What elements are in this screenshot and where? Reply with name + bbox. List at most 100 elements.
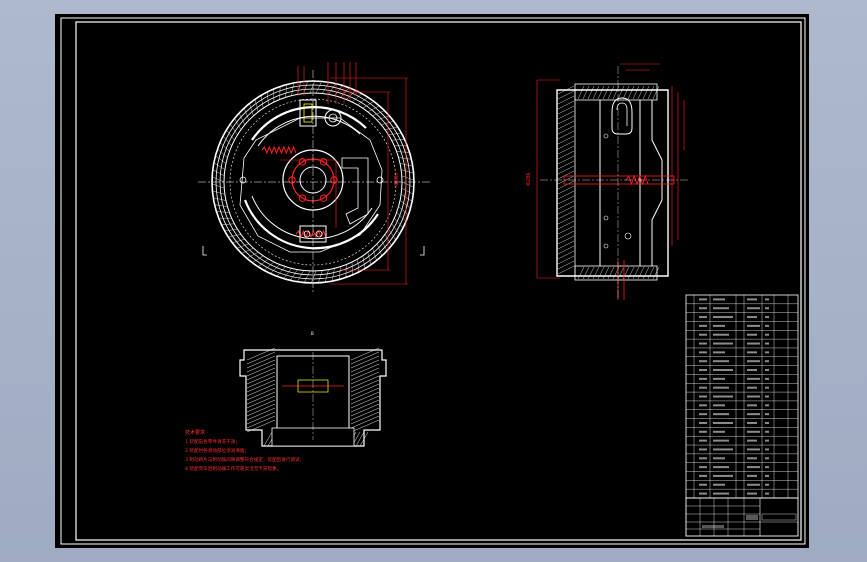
parts-cell-qty: [765, 333, 769, 336]
parts-cell-name: [713, 404, 725, 407]
title-logo-cell: [746, 515, 758, 520]
parts-cell-qty: [765, 439, 769, 442]
detail-view-label: B: [311, 331, 314, 336]
parts-cell-name: [713, 369, 733, 372]
parts-cell-name: [713, 395, 733, 398]
parts-cell-qty: [765, 360, 769, 363]
parts-cell-code: [699, 342, 707, 345]
parts-cell-material: [747, 360, 760, 363]
parts-cell-qty: [765, 492, 769, 495]
parts-cell-qty: [765, 474, 769, 477]
parts-cell-name: [713, 351, 725, 354]
parts-cell-qty: [765, 421, 769, 424]
parts-cell-material: [747, 324, 760, 327]
parts-cell-name: [713, 377, 725, 380]
parts-cell-qty: [765, 342, 769, 345]
parts-cell-qty: [765, 298, 769, 301]
parts-cell-qty: [765, 369, 769, 372]
parts-cell-code: [699, 377, 707, 380]
parts-cell-material: [747, 474, 757, 477]
parts-cell-name: [713, 492, 729, 495]
parts-cell-code: [699, 421, 707, 424]
parts-cell-material: [747, 466, 760, 469]
parts-cell-name: [713, 421, 733, 424]
parts-cell-name: [713, 439, 729, 442]
front-diameter-label: Φ380: [394, 173, 400, 186]
parts-cell-code: [699, 351, 707, 354]
parts-cell-code: [699, 466, 707, 469]
parts-cell-qty: [765, 466, 769, 469]
parts-cell-material: [747, 316, 757, 319]
parts-cell-code: [699, 395, 707, 398]
parts-cell-material: [747, 430, 760, 433]
parts-cell-material: [747, 448, 760, 451]
parts-cell-name: [713, 457, 725, 460]
note-line: 2.装配时各滑动部位涂润滑脂；: [185, 447, 249, 454]
parts-cell-material: [747, 492, 757, 495]
parts-cell-qty: [765, 377, 769, 380]
parts-cell-name: [713, 298, 725, 301]
parts-cell-qty: [765, 448, 769, 451]
parts-cell-qty: [765, 324, 769, 327]
parts-cell-material: [747, 386, 757, 389]
parts-cell-code: [699, 492, 707, 495]
parts-cell-material: [747, 483, 760, 486]
parts-cell-code: [699, 413, 707, 416]
parts-cell-qty: [765, 404, 769, 407]
parts-cell-name: [713, 307, 729, 310]
parts-cell-name: [713, 413, 729, 416]
parts-cell-material: [747, 333, 757, 336]
note-line: 3.制动蹄片与制动鼓间隙调整符合规定，装配后进行调试；: [185, 456, 304, 463]
parts-cell-qty: [765, 430, 769, 433]
parts-cell-qty: [765, 483, 769, 486]
parts-cell-material: [747, 404, 757, 407]
parts-cell-material: [747, 377, 760, 380]
note-line: 1.装配前各零件清洗干净；: [185, 438, 240, 445]
cad-viewport[interactable]: Φ380 Φ286 B 技术要求 1.装配前各零件清洗干净； 2.装配时各滑动部…: [0, 0, 867, 562]
parts-cell-code: [699, 457, 707, 460]
parts-cell-material: [747, 351, 757, 354]
parts-cell-code: [699, 483, 707, 486]
parts-cell-qty: [765, 316, 769, 319]
parts-cell-code: [699, 474, 707, 477]
notes-heading: 技术要求: [185, 429, 205, 436]
cad-drawing-canvas[interactable]: Φ380 Φ286 B 技术要求 1.装配前各零件清洗干净； 2.装配时各滑动部…: [0, 0, 867, 562]
parts-cell-qty: [765, 457, 769, 460]
parts-cell-qty: [765, 395, 769, 398]
parts-cell-name: [713, 342, 733, 345]
parts-cell-material: [747, 439, 757, 442]
parts-cell-material: [747, 395, 760, 398]
side-diameter-label: Φ286: [526, 173, 532, 186]
parts-cell-material: [747, 298, 757, 301]
parts-cell-name: [713, 360, 729, 363]
parts-cell-name: [713, 430, 725, 433]
parts-cell-material: [747, 307, 760, 310]
parts-cell-qty: [765, 351, 769, 354]
note-line: 4.装配完毕后制动器工作可靠灵活无卡滞现象。: [185, 465, 281, 472]
parts-cell-code: [699, 448, 707, 451]
parts-cell-code: [699, 307, 707, 310]
parts-cell-code: [699, 360, 707, 363]
parts-cell-name: [713, 386, 729, 389]
parts-cell-material: [747, 369, 757, 372]
parts-cell-name: [713, 316, 733, 319]
parts-cell-qty: [765, 386, 769, 389]
parts-cell-material: [747, 421, 757, 424]
title-scale-cell: [702, 525, 724, 528]
parts-cell-material: [747, 342, 760, 345]
parts-cell-name: [713, 474, 733, 477]
parts-cell-code: [699, 298, 707, 301]
parts-cell-code: [699, 404, 707, 407]
parts-cell-code: [699, 369, 707, 372]
parts-cell-name: [713, 466, 729, 469]
parts-cell-name: [713, 324, 725, 327]
parts-cell-code: [699, 430, 707, 433]
drawing-sheet: [55, 14, 809, 548]
parts-cell-code: [699, 333, 707, 336]
parts-cell-name: [713, 448, 733, 451]
parts-cell-code: [699, 439, 707, 442]
parts-cell-qty: [765, 307, 769, 310]
parts-cell-code: [699, 324, 707, 327]
parts-cell-material: [747, 457, 757, 460]
parts-cell-code: [699, 316, 707, 319]
